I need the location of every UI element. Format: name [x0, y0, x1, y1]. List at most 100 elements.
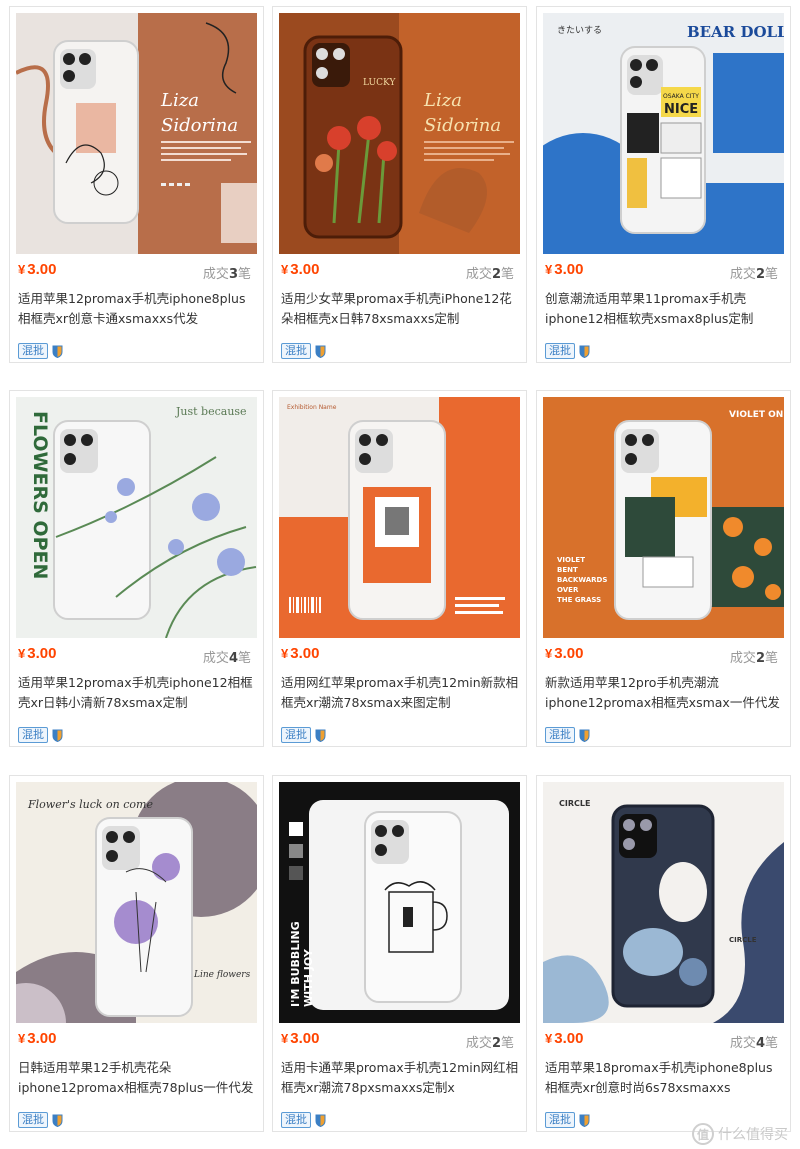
product-card[interactable]: LUCKY Liza Sidorina ¥3.00 成交2笔 适用少女苹果pro…: [272, 6, 527, 363]
badge-row: 混批: [281, 1112, 326, 1128]
product-image[interactable]: LUCKY Liza Sidorina: [279, 13, 520, 254]
product-image[interactable]: CIRCLE CIRCLE: [543, 782, 784, 1023]
image-heading: BEAR DOLL: [687, 23, 784, 41]
sold-count: 成交3笔: [202, 267, 251, 282]
price: ¥3.00: [281, 1030, 320, 1047]
product-card[interactable]: VIOLET ON VIOLET BENT BACKWARDS OVER THE…: [536, 390, 791, 747]
product-image[interactable]: VIOLET ON VIOLET BENT BACKWARDS OVER THE…: [543, 397, 784, 638]
badge-row: 混批: [545, 343, 590, 359]
product-title[interactable]: 日韩适用苹果12手机壳花朵iphone12promax相框壳78plus一件代发: [18, 1058, 256, 1098]
svg-text:Sidorina: Sidorina: [424, 115, 501, 136]
image-heading: Exhibition Name: [287, 404, 337, 411]
price: ¥3.00: [281, 645, 320, 662]
image-heading: CIRCLE: [559, 799, 590, 808]
product-title[interactable]: 适用苹果12promax手机壳iphone8plus相框壳xr创意卡通xsmax…: [18, 289, 256, 329]
badge-row: 混批: [281, 727, 326, 743]
product-title[interactable]: 适用苹果18promax手机壳iphone8plus相框壳xr创意时尚6s78x…: [545, 1058, 783, 1098]
image-heading: Liza: [423, 90, 462, 111]
phone-case-icon: OSAKA CITY NICE: [620, 46, 706, 234]
mixed-batch-badge: 混批: [545, 1112, 575, 1128]
mixed-batch-badge: 混批: [281, 727, 311, 743]
shield-icon: [52, 1114, 63, 1127]
phone-case-icon: [614, 420, 712, 620]
badge-row: 混批: [281, 343, 326, 359]
product-card[interactable]: I'M BUBBLING WITH JOY ¥3.00 成交2笔 适用卡通苹果p…: [272, 775, 527, 1132]
product-image[interactable]: BEAR DOLL きたいする OSAKA CITY NICE: [543, 13, 784, 254]
image-heading: VIOLET ON: [729, 410, 783, 420]
shield-icon: [52, 345, 63, 358]
sold-count: 成交2笔: [465, 267, 514, 282]
shield-icon: [315, 345, 326, 358]
image-heading: Liza: [160, 90, 199, 111]
product-title[interactable]: 适用卡通苹果promax手机壳12min网红相框壳xr潮流78pxsmaxxs定…: [281, 1058, 519, 1098]
phone-case-icon: [53, 40, 139, 224]
sold-count: 成交2笔: [729, 651, 778, 666]
sold-count: 成交2笔: [729, 267, 778, 282]
mixed-batch-badge: 混批: [18, 343, 48, 359]
badge-row: 混批: [18, 727, 63, 743]
shield-icon: [579, 729, 590, 742]
shield-icon: [579, 1114, 590, 1127]
price: ¥3.00: [545, 261, 584, 278]
product-title[interactable]: 适用少女苹果promax手机壳iPhone12花朵相框壳x日韩78xsmaxxs…: [281, 289, 519, 329]
image-heading: I'M BUBBLING: [289, 921, 302, 1007]
image-heading: Just because: [175, 405, 247, 418]
price: ¥3.00: [18, 645, 57, 662]
product-title[interactable]: 适用网红苹果promax手机壳12min新款相框壳xr潮流78xsmax来图定制: [281, 673, 519, 713]
shield-icon: [579, 345, 590, 358]
site-watermark: 值 什么值得买: [692, 1123, 788, 1145]
watermark-logo-icon: 值: [692, 1123, 714, 1145]
watermark-text: 什么值得买: [718, 1127, 788, 1143]
product-image[interactable]: Flower's luck on come Line flowers: [16, 782, 257, 1023]
product-card[interactable]: Exhibition Name ¥3.00 适用网红苹果promax手机壳12m…: [272, 390, 527, 747]
product-card[interactable]: Liza Sidorina ¥3.00 成交3笔 适用苹果12promax手机壳…: [9, 6, 264, 363]
phone-case-icon: LUCKY: [303, 35, 403, 239]
price: ¥3.00: [545, 1030, 584, 1047]
svg-text:VIOLET: VIOLET: [557, 556, 585, 564]
product-image[interactable]: Just because FLOWERS OPEN: [16, 397, 257, 638]
shield-icon: [52, 729, 63, 742]
price: ¥3.00: [18, 1030, 57, 1047]
svg-text:WITH JOY: WITH JOY: [302, 948, 315, 1007]
svg-text:OVER: OVER: [557, 586, 579, 594]
svg-text:OSAKA CITY: OSAKA CITY: [663, 93, 699, 100]
svg-text:FLOWERS OPEN: FLOWERS OPEN: [29, 411, 51, 579]
mixed-batch-badge: 混批: [18, 1112, 48, 1128]
phone-case-icon: [95, 817, 193, 1017]
badge-row: 混批: [18, 1112, 63, 1128]
svg-text:THE GRASS: THE GRASS: [557, 596, 601, 604]
mixed-batch-badge: 混批: [18, 727, 48, 743]
sold-count: 成交4笔: [729, 1036, 778, 1051]
svg-text:BENT: BENT: [557, 566, 578, 574]
price: ¥3.00: [281, 261, 320, 278]
price: ¥3.00: [545, 645, 584, 662]
svg-text:CIRCLE: CIRCLE: [729, 936, 757, 944]
shield-icon: [315, 729, 326, 742]
price: ¥3.00: [18, 261, 57, 278]
phone-case-icon: [364, 811, 462, 1003]
product-title[interactable]: 创意潮流适用苹果11promax手机壳iphone12相框软壳xsmax8plu…: [545, 289, 783, 329]
svg-text:LUCKY: LUCKY: [363, 78, 396, 88]
mixed-batch-badge: 混批: [545, 727, 575, 743]
shield-icon: [315, 1114, 326, 1127]
product-card[interactable]: CIRCLE CIRCLE ¥3.00 成交4笔 适用苹果18promax手机壳…: [536, 775, 791, 1132]
product-card[interactable]: Flower's luck on come Line flowers ¥3.00…: [9, 775, 264, 1132]
sold-count: 成交2笔: [465, 1036, 514, 1051]
product-image[interactable]: Exhibition Name: [279, 397, 520, 638]
svg-text:Sidorina: Sidorina: [161, 115, 238, 136]
product-image[interactable]: I'M BUBBLING WITH JOY: [279, 782, 520, 1023]
badge-row: 混批: [545, 727, 590, 743]
badge-row: 混批: [18, 343, 63, 359]
product-title[interactable]: 新款适用苹果12pro手机壳潮流iphone12promax相框壳xsmax一件…: [545, 673, 783, 713]
product-title[interactable]: 适用苹果12promax手机壳iphone12相框壳xr日韩小清新78xsmax…: [18, 673, 256, 713]
svg-text:BACKWARDS: BACKWARDS: [557, 576, 607, 584]
mixed-batch-badge: 混批: [281, 1112, 311, 1128]
phone-case-icon: [348, 420, 446, 620]
product-card[interactable]: Just because FLOWERS OPEN ¥3.00 成交4笔 适用苹…: [9, 390, 264, 747]
phone-case-icon: [53, 420, 151, 620]
product-card[interactable]: BEAR DOLL きたいする OSAKA CITY NICE ¥3.00 成交…: [536, 6, 791, 363]
mixed-batch-badge: 混批: [545, 343, 575, 359]
phone-case-icon: [611, 804, 715, 1008]
product-image[interactable]: Liza Sidorina: [16, 13, 257, 254]
product-grid: Liza Sidorina ¥3.00 成交3笔 适用苹果12promax手机壳…: [0, 0, 800, 1149]
